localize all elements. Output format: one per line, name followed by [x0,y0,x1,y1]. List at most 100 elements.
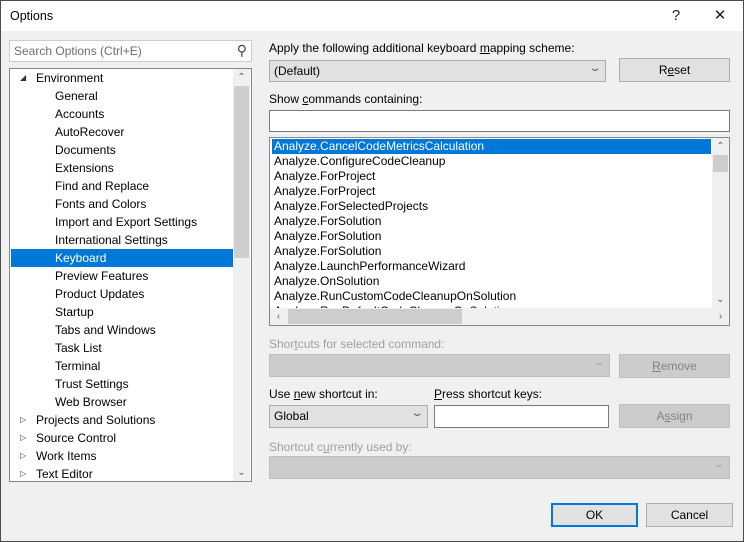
tree-item-label: Documents [55,143,116,157]
chevron-down-icon: ⌄ [712,459,726,470]
command-list-item[interactable]: Analyze.ForSelectedProjects [272,199,711,214]
commands-scroll-thumb[interactable] [713,155,728,172]
command-list-item[interactable]: Analyze.ForSolution [272,244,711,259]
reset-button[interactable]: Reset [619,58,730,82]
command-list-item[interactable]: Analyze.OnSolution [272,274,711,289]
tree-item[interactable]: International Settings [11,231,233,249]
tree-item[interactable]: Trust Settings [11,375,233,393]
tree-item[interactable]: Startup [11,303,233,321]
commands-vertical-scrollbar[interactable]: ⌃ ⌄ [712,138,729,308]
tree-item-label: Extensions [55,161,114,175]
tree-item[interactable]: Keyboard [11,249,233,267]
tree-item[interactable]: ▷ Text Editor [11,465,233,481]
tree-item[interactable]: ▷ Projects and Solutions [11,411,233,429]
tree-item-label: Task List [55,341,102,355]
window-title: Options [10,9,54,23]
use-shortcut-in-label: Use new shortcut in: [269,387,378,401]
tree-scroll-thumb[interactable] [234,86,249,258]
command-list-item[interactable]: Analyze.ForProject [272,169,711,184]
tree-item[interactable]: Extensions [11,159,233,177]
tree-item[interactable]: AutoRecover [11,123,233,141]
ok-button[interactable]: OK [551,503,638,527]
help-button[interactable]: ? [661,5,691,27]
chevron-down-icon: ⌄ [410,408,424,419]
mapping-scheme-dropdown[interactable]: (Default) ⌄ [269,60,606,82]
commands-filter-input[interactable] [269,110,730,132]
tree-item[interactable]: Documents [11,141,233,159]
tree-item-label: Startup [55,305,94,319]
tree-item[interactable]: Product Updates [11,285,233,303]
scroll-left-icon[interactable]: ‹ [270,308,287,325]
show-commands-label: Show commands containing: [269,92,423,106]
tree-item-label: Accounts [55,107,105,121]
collapsed-arrow-icon[interactable]: ▷ [20,447,26,465]
scroll-up-icon[interactable]: ⌃ [712,138,729,155]
chevron-down-icon: ⌄ [592,357,606,368]
title-bar: Options ? ✕ [1,1,743,31]
chevron-down-icon: ⌄ [588,63,602,74]
tree-item[interactable]: Web Browser [11,393,233,411]
command-list-item[interactable]: Analyze.ForSolution [272,214,711,229]
collapsed-arrow-icon[interactable]: ▷ [20,429,26,447]
cancel-button[interactable]: Cancel [646,503,733,527]
commands-hscroll-thumb[interactable] [288,309,462,324]
search-icon: ⚲ [236,42,247,58]
press-shortcut-keys-input[interactable] [434,405,609,428]
tree-item[interactable]: Task List [11,339,233,357]
tree-item-label: Text Editor [36,467,93,481]
tree-item-label: Tabs and Windows [55,323,156,337]
tree-item-label: General [55,89,98,103]
tree-item-label: Keyboard [55,251,107,265]
commands-horizontal-scrollbar[interactable]: ‹ › [270,308,729,325]
tree-item[interactable]: Import and Export Settings [11,213,233,231]
tree-item-label: Import and Export Settings [55,215,198,229]
command-list-item[interactable]: Analyze.RunCustomCodeCleanupOnSolution [272,289,711,304]
tree-item-label: Terminal [55,359,101,373]
tree-item[interactable]: Preview Features [11,267,233,285]
command-list-item[interactable]: Analyze.LaunchPerformanceWizard [272,259,711,274]
tree-item[interactable]: Fonts and Colors [11,195,233,213]
tree-item-label: Environment [36,71,104,85]
collapsed-arrow-icon[interactable]: ▷ [20,411,26,429]
tree-item[interactable]: Terminal [11,357,233,375]
tree-item-label: AutoRecover [55,125,125,139]
command-list-item[interactable]: Analyze.ConfigureCodeCleanup [272,154,711,169]
press-shortcut-keys-label: Press shortcut keys: [434,387,543,401]
tree-item[interactable]: ▷ Work Items [11,447,233,465]
tree-item[interactable]: ◢ Environment [11,69,233,87]
expanded-arrow-icon[interactable]: ◢ [20,69,26,87]
close-button[interactable]: ✕ [705,5,735,27]
search-options-input[interactable]: Search Options (Ctrl+E) ⚲ [9,40,252,62]
remove-button[interactable]: Remove [619,354,730,378]
scroll-right-icon[interactable]: › [712,308,729,325]
scroll-down-icon[interactable]: ⌄ [233,464,250,481]
collapsed-arrow-icon[interactable]: ▷ [20,465,26,481]
tree-item[interactable]: General [11,87,233,105]
shortcut-used-by-dropdown[interactable]: ⌄ [269,456,730,479]
tree-vertical-scrollbar[interactable]: ⌃ ⌄ [233,69,250,481]
tree-item-label: Find and Replace [55,179,150,193]
tree-item-label: Projects and Solutions [36,413,156,427]
scroll-down-icon[interactable]: ⌄ [712,291,729,308]
tree-item-label: Source Control [36,431,117,445]
shortcut-used-by-label: Shortcut currently used by: [269,440,412,454]
tree-item-label: Trust Settings [55,377,129,391]
tree-item[interactable]: Tabs and Windows [11,321,233,339]
tree-item[interactable]: Accounts [11,105,233,123]
tree-item[interactable]: Find and Replace [11,177,233,195]
scroll-up-icon[interactable]: ⌃ [233,69,250,86]
tree-item-label: Web Browser [55,395,127,409]
command-list-item[interactable]: Analyze.ForSolution [272,229,711,244]
options-tree: ⌃ ⌄ ◢ Environment General Accounts AutoRecov… [9,68,252,482]
command-list-item[interactable]: Analyze.CancelCodeMetricsCalculation [272,139,711,154]
use-shortcut-in-dropdown[interactable]: Global ⌄ [269,405,428,428]
tree-item-label: Work Items [36,449,97,463]
commands-list: ⌃ ⌄ ‹ › Analyze.CancelCodeMetricsCalcula… [269,137,730,326]
assign-button[interactable]: Assign [619,404,730,428]
search-placeholder: Search Options (Ctrl+E) [14,44,142,58]
command-list-item[interactable]: Analyze.ForProject [272,184,711,199]
tree-item-label: Product Updates [55,287,145,301]
shortcuts-dropdown[interactable]: ⌄ [269,354,610,377]
tree-item[interactable]: ▷ Source Control [11,429,233,447]
tree-item-label: Fonts and Colors [55,197,147,211]
